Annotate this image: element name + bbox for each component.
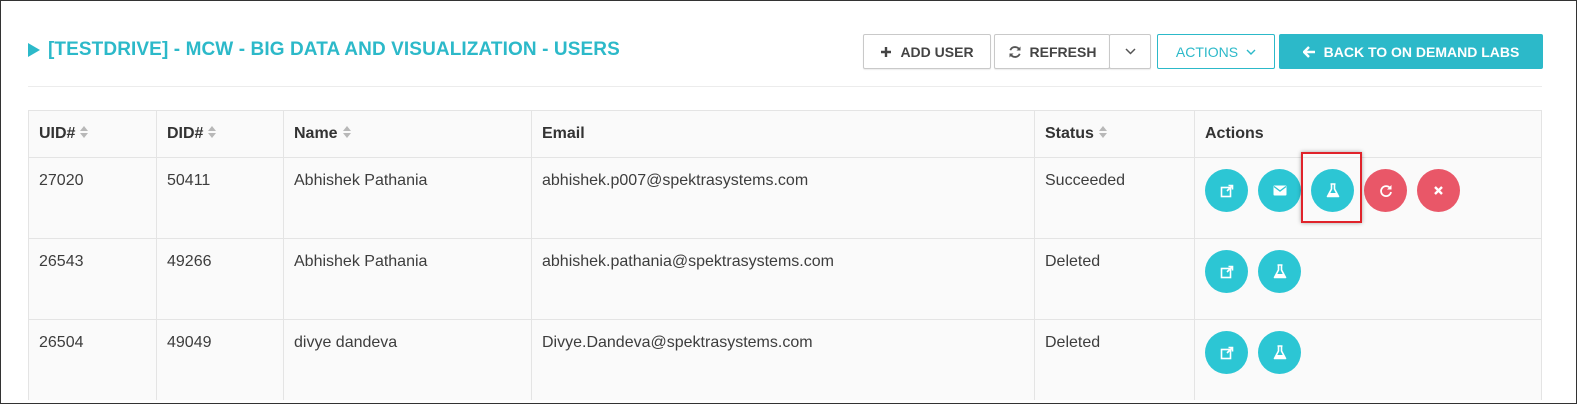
lab-details-button[interactable] (1258, 250, 1301, 293)
table-header-row: UID# DID# Name Email Status Actions (29, 111, 1541, 157)
delete-icon (1434, 186, 1443, 195)
chevron-down-icon (1246, 49, 1256, 55)
actions-cell (1194, 158, 1541, 238)
status-cell: Deleted (1034, 239, 1194, 319)
page-title: [TESTDRIVE] - MCW - BIG DATA AND VISUALI… (28, 39, 620, 61)
refresh-icon (1009, 45, 1021, 58)
table-row: 26543 49266 Abhishek Pathania abhishek.p… (29, 238, 1541, 319)
column-header-name[interactable]: Name (283, 111, 531, 157)
external-link-icon (1220, 184, 1233, 197)
actions-cell (1194, 239, 1541, 319)
did-cell: 49049 (156, 320, 283, 400)
external-link-icon (1220, 346, 1233, 359)
column-header-actions: Actions (1194, 111, 1541, 157)
email-button[interactable] (1258, 169, 1301, 212)
chevron-down-icon (1124, 48, 1136, 55)
launch-button[interactable] (1205, 331, 1248, 374)
sort-icon (1098, 125, 1107, 138)
add-user-label: ADD USER (900, 43, 974, 60)
uid-cell: 26504 (39, 334, 84, 351)
column-header-email: Email (531, 111, 1034, 157)
flask-icon (1273, 345, 1286, 360)
refresh-dropdown-button[interactable] (1109, 34, 1151, 69)
flask-icon (1326, 183, 1339, 198)
external-link-icon (1220, 265, 1233, 278)
header-divider (28, 86, 1542, 87)
lab-details-button[interactable] (1258, 331, 1301, 374)
back-to-on-demand-labs-button[interactable]: BACK TO ON DEMAND LABS (1279, 34, 1543, 69)
users-page: [TESTDRIVE] - MCW - BIG DATA AND VISUALI… (0, 0, 1577, 404)
actions-label: ACTIONS (1175, 43, 1239, 60)
table-row: 26504 49049 divye dandeva Divye.Dandeva@… (29, 319, 1541, 400)
add-user-button[interactable]: ADD USER (863, 34, 991, 69)
refresh-icon (1379, 184, 1392, 197)
refresh-button[interactable]: REFRESH (994, 34, 1110, 69)
envelope-icon (1273, 185, 1286, 196)
table-row: 27020 50411 Abhishek Pathania abhishek.p… (29, 157, 1541, 238)
page-title-text: [TESTDRIVE] - MCW - BIG DATA AND VISUALI… (48, 39, 620, 60)
actions-dropdown-button[interactable]: ACTIONS (1157, 34, 1275, 69)
status-cell: Deleted (1034, 320, 1194, 400)
users-table: UID# DID# Name Email Status Actions 2702… (28, 110, 1542, 400)
arrow-left-icon (1302, 45, 1315, 58)
flask-icon (1273, 264, 1286, 279)
name-cell: Abhishek Pathania (283, 239, 531, 319)
caret-right-icon (28, 43, 40, 57)
reset-button[interactable] (1364, 169, 1407, 212)
launch-button[interactable] (1205, 169, 1248, 212)
name-cell: Abhishek Pathania (283, 158, 531, 238)
actions-cell (1194, 320, 1541, 400)
lab-details-button[interactable] (1311, 169, 1354, 212)
status-cell: Succeeded (1034, 158, 1194, 238)
uid-cell: 27020 (39, 172, 84, 189)
email-cell: abhishek.p007@spektrasystems.com (531, 158, 1034, 238)
plus-icon (881, 46, 892, 57)
email-cell: abhishek.pathania@spektrasystems.com (531, 239, 1034, 319)
uid-cell: 26543 (39, 253, 84, 270)
launch-button[interactable] (1205, 250, 1248, 293)
delete-button[interactable] (1417, 169, 1460, 212)
sort-icon (342, 125, 351, 138)
did-cell: 50411 (156, 158, 283, 238)
email-cell: Divye.Dandeva@spektrasystems.com (531, 320, 1034, 400)
did-cell: 49266 (156, 239, 283, 319)
column-header-did[interactable]: DID# (156, 111, 283, 157)
sort-icon (80, 125, 89, 138)
column-header-status[interactable]: Status (1034, 111, 1194, 157)
column-header-uid[interactable]: UID# (29, 111, 156, 157)
refresh-label: REFRESH (1029, 43, 1097, 60)
back-label: BACK TO ON DEMAND LABS (1323, 43, 1520, 60)
sort-icon (208, 125, 217, 138)
name-cell: divye dandeva (283, 320, 531, 400)
